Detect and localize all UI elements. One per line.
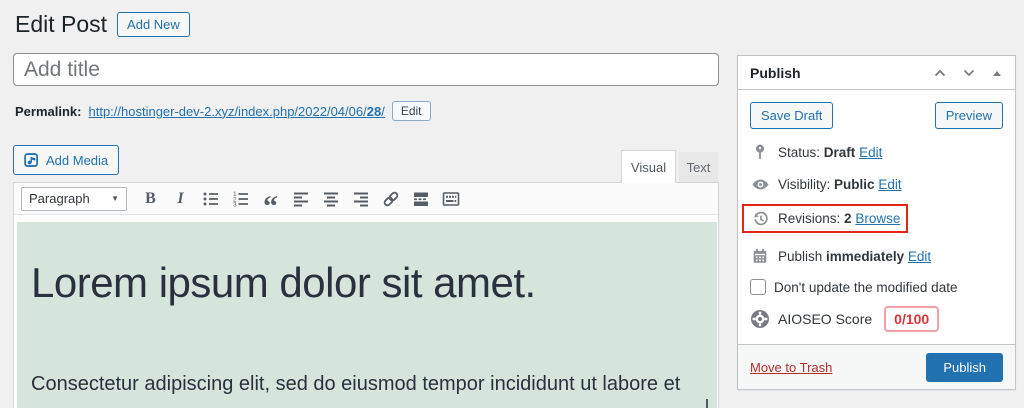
align-right-icon — [351, 189, 371, 209]
publish-panel-body: Save Draft Preview Status: Draft Edit Vi… — [738, 90, 1015, 332]
permalink-url[interactable]: http://hostinger-dev-2.xyz/index.php/202… — [88, 104, 384, 119]
aioseo-row: AIOSEO Score 0/100 — [750, 306, 1003, 332]
read-more-icon — [411, 189, 431, 209]
permalink-label: Permalink: — [15, 104, 81, 119]
modified-date-row: Don't update the modified date — [750, 279, 1003, 295]
page-header: Edit Post Add New — [15, 10, 190, 39]
paragraph-format-select[interactable]: Paragraph ▼ — [21, 187, 127, 211]
classic-editor: Paragraph ▼ B I 1 2 3 “ — [13, 182, 719, 408]
revisions-history-icon — [750, 209, 770, 228]
bold-icon: B — [145, 190, 156, 208]
text-caret — [706, 399, 708, 408]
status-value: Draft — [824, 145, 856, 160]
revisions-count: 2 — [844, 211, 852, 226]
publish-panel-footer: Move to Trash Publish — [738, 344, 1015, 389]
schedule-row: Publish immediately Edit — [750, 247, 1003, 265]
add-new-button[interactable]: Add New — [117, 12, 190, 37]
edit-visibility-link[interactable]: Edit — [878, 177, 901, 192]
move-down-icon[interactable] — [962, 67, 976, 79]
align-left-icon — [291, 189, 311, 209]
move-up-icon[interactable] — [933, 67, 947, 79]
align-center-icon — [321, 189, 341, 209]
status-row: Status: Draft Edit — [750, 143, 1003, 161]
calendar-icon — [750, 247, 770, 265]
preview-button[interactable]: Preview — [935, 102, 1003, 129]
browse-revisions-link[interactable]: Browse — [855, 211, 900, 226]
tab-visual[interactable]: Visual — [621, 150, 676, 183]
paragraph-format-value: Paragraph — [29, 191, 90, 206]
editor-canvas[interactable]: Lorem ipsum dolor sit amet. Consectetur … — [17, 222, 717, 408]
add-media-button[interactable]: Add Media — [13, 145, 119, 175]
align-left-button[interactable] — [286, 186, 315, 212]
eye-icon — [750, 175, 770, 194]
publish-panel-title: Publish — [750, 65, 801, 81]
svg-text:3: 3 — [233, 201, 237, 208]
schedule-value: immediately — [826, 249, 904, 264]
modified-date-label: Don't update the modified date — [774, 280, 957, 295]
edit-schedule-link[interactable]: Edit — [908, 249, 931, 264]
italic-button[interactable]: I — [166, 186, 195, 212]
edit-status-link[interactable]: Edit — [859, 145, 882, 160]
revisions-highlight-box: Revisions: 2 Browse — [742, 204, 908, 233]
permalink-row: Permalink: http://hostinger-dev-2.xyz/in… — [15, 101, 431, 121]
publish-panel-header: Publish — [738, 56, 1015, 90]
media-icon — [24, 153, 40, 168]
aioseo-label: AIOSEO Score — [778, 311, 872, 327]
permalink-post-id: 28 — [367, 104, 381, 119]
tab-text[interactable]: Text — [679, 152, 718, 183]
numbered-list-icon: 1 2 3 — [231, 189, 251, 209]
numbered-list-button[interactable]: 1 2 3 — [226, 186, 255, 212]
pin-icon — [750, 143, 770, 161]
edit-permalink-button[interactable]: Edit — [392, 101, 431, 121]
aioseo-gear-icon — [750, 309, 770, 329]
post-paragraph: Consectetur adipiscing elit, sed do eius… — [31, 371, 703, 397]
read-more-button[interactable] — [406, 186, 435, 212]
keyboard-icon — [441, 189, 461, 209]
align-right-button[interactable] — [346, 186, 375, 212]
link-icon — [381, 189, 401, 209]
bold-button[interactable]: B — [136, 186, 165, 212]
publish-button[interactable]: Publish — [926, 353, 1003, 382]
chevron-down-icon: ▼ — [111, 194, 119, 203]
editor-toolbar: Paragraph ▼ B I 1 2 3 “ — [14, 183, 718, 215]
post-title-input[interactable] — [13, 53, 719, 86]
link-button[interactable] — [376, 186, 405, 212]
editor-content-frame: Lorem ipsum dolor sit amet. Consectetur … — [14, 215, 718, 408]
bullet-list-button[interactable] — [196, 186, 225, 212]
visibility-row: Visibility: Public Edit — [750, 175, 1003, 194]
blockquote-button[interactable]: “ — [256, 186, 285, 212]
revisions-row: Revisions: 2 Browse — [750, 204, 1003, 233]
aioseo-score-badge[interactable]: 0/100 — [884, 306, 939, 332]
post-heading: Lorem ipsum dolor sit amet. — [31, 259, 703, 307]
toolbar-toggle-button[interactable] — [436, 186, 465, 212]
publish-panel: Publish Save Draft Preview — [737, 55, 1016, 390]
move-to-trash-link[interactable]: Move to Trash — [750, 360, 832, 375]
bullet-list-icon — [201, 189, 221, 209]
visibility-value: Public — [834, 177, 875, 192]
italic-icon: I — [177, 190, 183, 208]
dont-update-modified-date-checkbox[interactable] — [750, 279, 766, 295]
page-title: Edit Post — [15, 10, 107, 39]
collapse-panel-icon[interactable] — [991, 68, 1003, 78]
align-center-button[interactable] — [316, 186, 345, 212]
add-media-label: Add Media — [46, 153, 108, 168]
save-draft-button[interactable]: Save Draft — [750, 102, 833, 129]
blockquote-icon: “ — [263, 202, 278, 212]
